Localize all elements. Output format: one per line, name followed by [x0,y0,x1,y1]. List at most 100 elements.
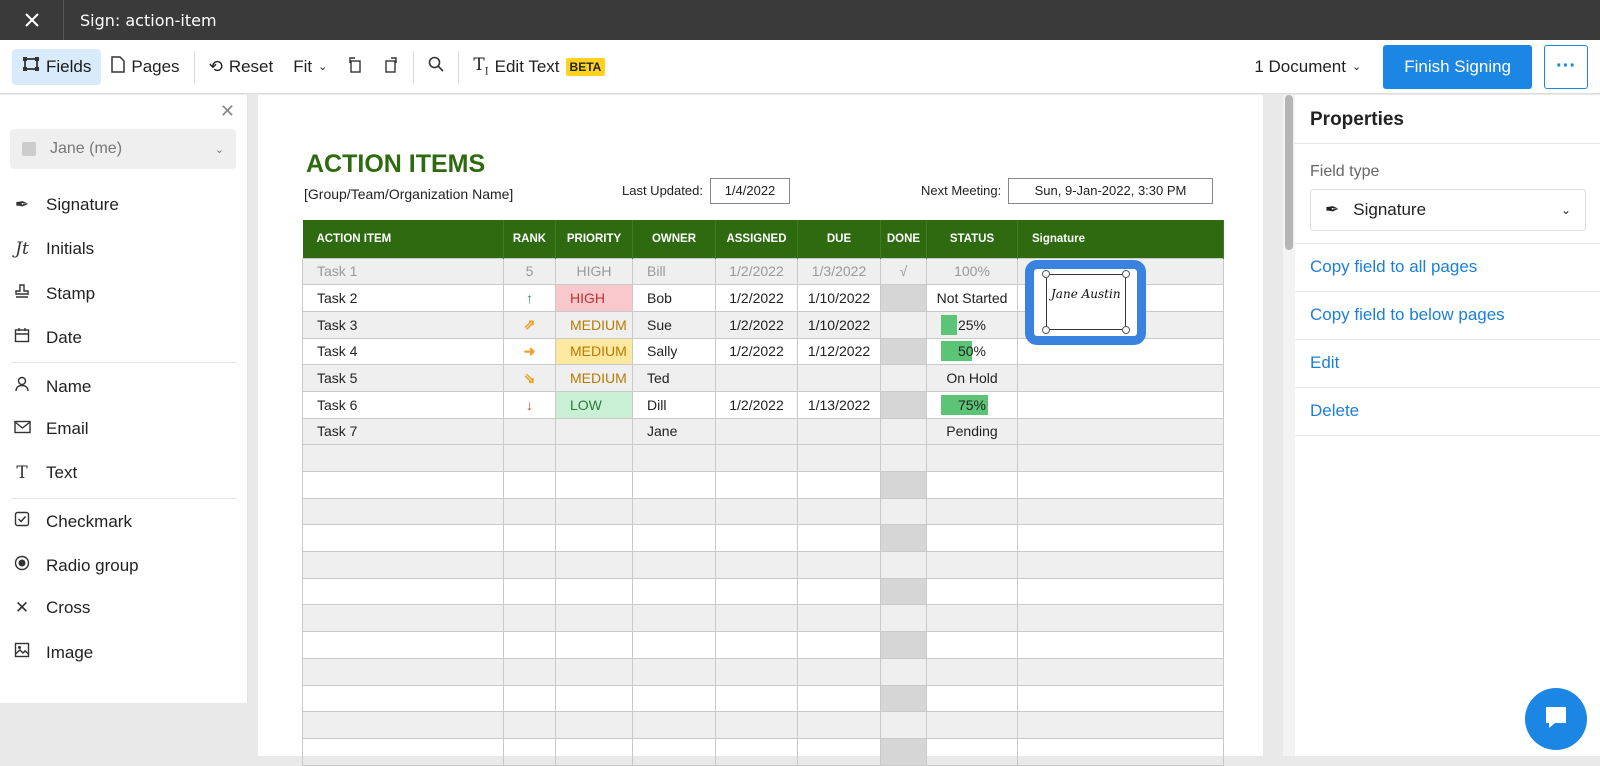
cell-owner: Jane [632,417,716,446]
field-checkmark[interactable]: Checkmark [12,511,132,532]
cell-item: Task 5 [302,364,504,392]
field-cross[interactable]: ✕ Cross [12,598,91,618]
empty-cell [555,631,633,659]
field-date[interactable]: Date [12,327,82,348]
resize-handle[interactable] [1122,270,1130,278]
table-row [302,631,1224,659]
field-image[interactable]: Image [12,642,93,663]
cell-due: 1/10/2022 [797,284,881,312]
close-panel-icon[interactable]: ✕ [220,101,235,122]
empty-cell [503,737,556,766]
pages-button[interactable]: Pages [101,49,189,85]
empty-cell [1017,497,1224,526]
empty-cell [1017,444,1224,472]
table-row [302,711,1224,739]
cell-rank: 5 [503,257,556,286]
more-options-button[interactable]: ··· [1544,44,1588,89]
table-row [302,444,1224,472]
empty-cell [555,684,633,713]
edit-text-button[interactable]: TI Edit Text BETA [463,49,615,85]
panel-divider [1295,387,1600,388]
empty-cell [1017,604,1224,633]
empty-cell [555,444,633,472]
progress-bar: 50% [941,341,1003,362]
empty-cell [302,497,504,526]
table-row [302,524,1224,553]
empty-cell [503,657,556,686]
chevron-down-icon: ⌄ [1560,203,1571,217]
empty-cell [1017,711,1224,739]
cell-due: 1/13/2022 [797,390,881,419]
panel-divider [1295,339,1600,340]
scrollbar-thumb[interactable] [1285,95,1293,250]
finish-signing-button[interactable]: Finish Signing [1383,44,1532,89]
signature-box: Jane Austin [1046,274,1126,330]
empty-cell [797,471,881,499]
cell-signature [1017,390,1224,419]
panel-divider [1295,243,1600,244]
table-row [302,604,1224,633]
cell-item: Task 2 [302,284,504,312]
document-viewer[interactable]: ACTION ITEMS [Group/Team/Organization Na… [248,95,1283,766]
empty-cell [302,551,504,579]
field-text[interactable]: T Text [12,463,77,483]
chat-support-button[interactable] [1525,688,1587,750]
field-label: Name [46,376,92,396]
empty-cell [632,471,716,499]
empty-cell [880,684,927,713]
empty-cell [632,524,716,553]
empty-cell [1017,471,1224,499]
table-row: Task 6 ↓ LOW Dill 1/2/2022 1/13/2022 75% [302,390,1224,419]
cell-owner: Ted [632,364,716,392]
empty-cell [880,711,927,739]
field-email[interactable]: Email [12,419,89,439]
cell-status: Not Started [926,284,1018,312]
empty-cell [797,631,881,659]
edit-text-label: Edit Text [494,56,560,76]
scrollbar[interactable] [1283,95,1295,756]
field-signature[interactable]: ✒ Signature [12,195,119,215]
fit-dropdown[interactable]: Fit ⌄ [283,49,337,85]
cell-done: √ [880,257,927,286]
field-radio-group[interactable]: Radio group [12,555,139,576]
field-name[interactable]: Name [12,376,91,397]
cell-status: On Hold [926,364,1018,392]
documents-dropdown[interactable]: 1 Document ⌄ [1244,49,1371,85]
empty-cell [926,497,1018,526]
resize-handle[interactable] [1122,326,1130,334]
field-stamp[interactable]: Stamp [12,283,95,304]
field-initials[interactable]: Jt Initials [12,239,94,259]
empty-cell [302,444,504,472]
fields-panel: ✕ Jane (me) ⌄ ✒ Signature Jt Initials St… [0,95,248,703]
panel-divider [1295,435,1600,436]
copy-to-all-pages-link[interactable]: Copy field to all pages [1310,257,1477,277]
cell-priority: MEDIUM [555,310,633,339]
rotate-left-button[interactable] [337,49,373,85]
reset-icon: ⟲ [208,56,223,76]
reset-button[interactable]: ⟲ Reset [199,49,284,85]
delete-link[interactable]: Delete [1310,401,1359,421]
search-button[interactable] [418,49,454,85]
empty-rows [302,444,1224,766]
cell-item: Task 1 [302,257,504,286]
empty-cell [715,631,798,659]
edit-link[interactable]: Edit [1310,353,1339,373]
progress-text: 50% [957,343,987,360]
empty-cell [503,497,556,526]
column-header: ASSIGNED [715,220,798,258]
signer-select[interactable]: Jane (me) ⌄ [10,129,236,169]
close-icon[interactable] [0,0,64,40]
empty-cell [632,604,716,633]
copy-to-below-pages-link[interactable]: Copy field to below pages [1310,305,1505,325]
properties-panel: Properties Field type ✒ Signature ⌄ Copy… [1295,95,1600,756]
resize-handle[interactable] [1042,326,1050,334]
empty-cell [302,524,504,553]
rotate-right-button[interactable] [373,49,409,85]
field-type-select[interactable]: ✒ Signature ⌄ [1310,189,1586,231]
signature-field[interactable]: Jane Austin [1025,260,1146,345]
empty-cell [926,551,1018,579]
empty-cell [880,471,927,499]
fields-button[interactable]: Fields [12,48,102,85]
next-meeting-value: Sun, 9-Jan-2022, 3:30 PM [1008,178,1213,204]
resize-handle[interactable] [1042,270,1050,278]
